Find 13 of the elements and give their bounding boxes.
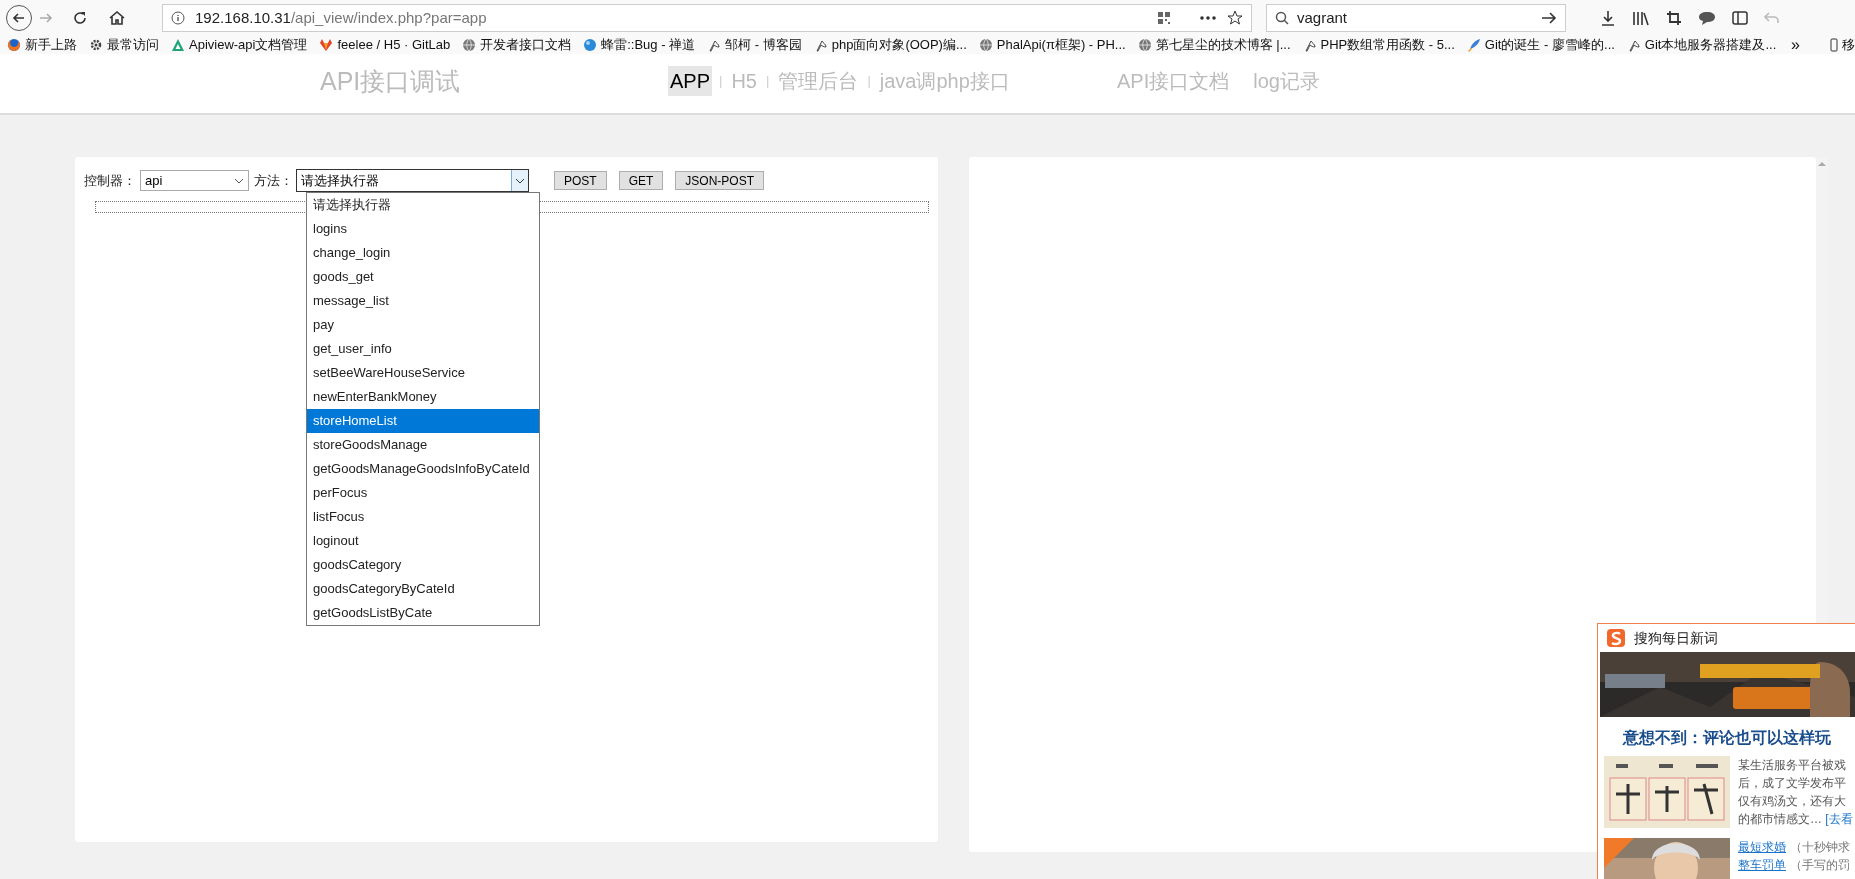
- news-headline: 意想不到：评论也可以这样玩: [1621, 728, 1832, 748]
- controller-label: 控制器：: [84, 171, 136, 190]
- news-note: （十秒钟求: [1790, 839, 1850, 856]
- nav-separator: |: [719, 72, 723, 91]
- news-summary: 某生活服务平台被戏 后，成了文学发布平 仅有鸡汤文，还有大 的都市情感文… [去看: [1738, 757, 1853, 828]
- page-title: API接口调试: [320, 66, 461, 97]
- method-label: 方法：: [254, 171, 293, 190]
- news-note: （手写的罚: [1790, 857, 1850, 874]
- popup-title: 搜狗每日新词: [1634, 628, 1718, 648]
- nav-separator: |: [867, 72, 871, 91]
- url-text: 192.168.10.31/api_view/index.php?par=app: [195, 7, 487, 28]
- nav-separator: |: [766, 72, 770, 91]
- search-value: vagrant: [1297, 7, 1349, 28]
